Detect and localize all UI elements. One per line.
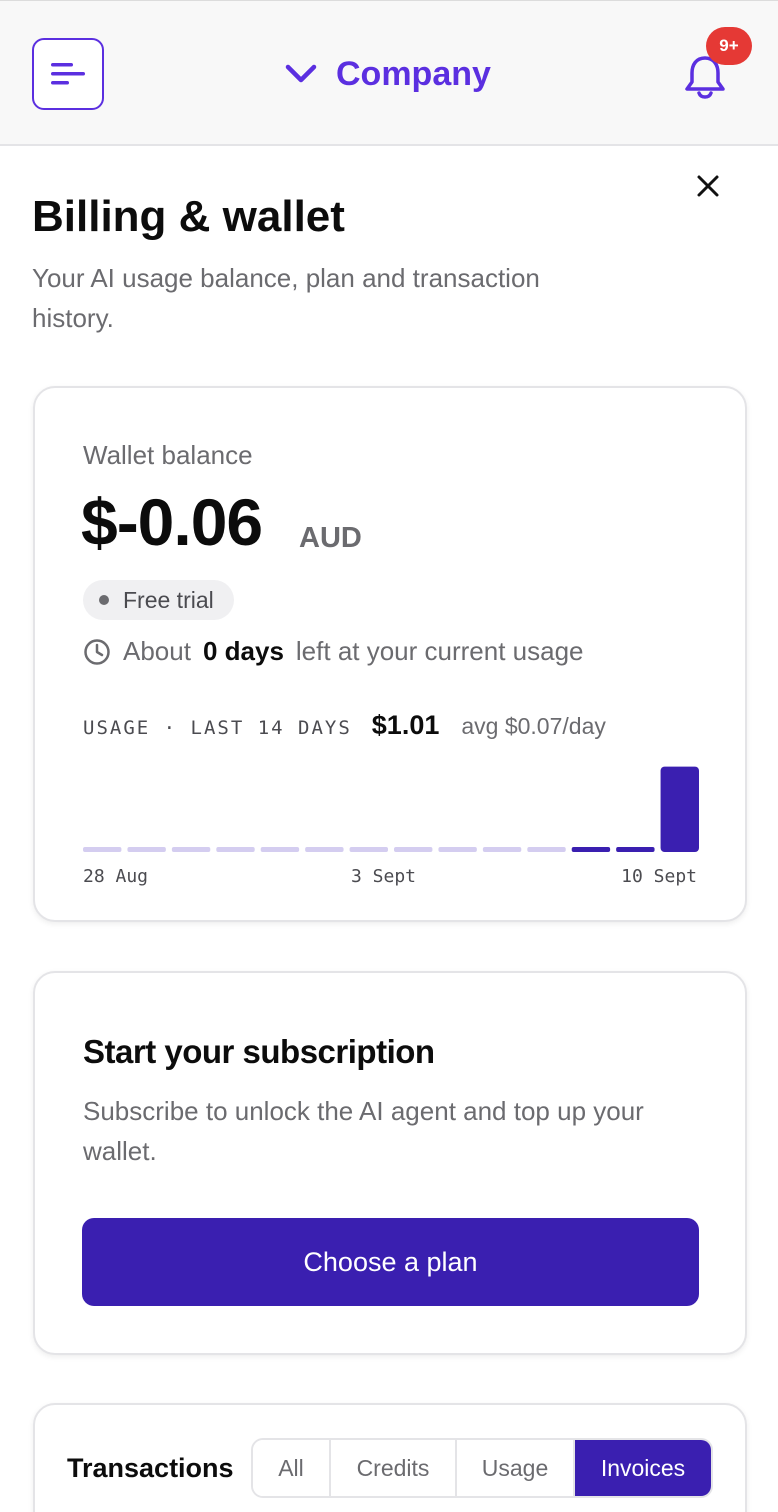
tab-all[interactable]: All — [253, 1440, 331, 1496]
chart-tick-label: 3 Sept — [351, 866, 417, 887]
usage-average: avg $0.07/day — [461, 713, 606, 739]
wallet-currency: AUD — [299, 522, 362, 554]
tab-usage[interactable]: Usage — [457, 1440, 575, 1496]
close-icon — [697, 175, 719, 197]
company-label: Company — [336, 54, 491, 93]
menu-lines-icon — [51, 63, 85, 85]
status-badge-label: Free trial — [123, 586, 214, 613]
usage-summary: USAGE · LAST 14 DAYS $1.01 avg $0.07/day — [83, 710, 606, 741]
usage-bar-4-sept — [394, 847, 433, 852]
page-title: Billing & wallet — [32, 192, 345, 241]
transactions-card: Transactions All Credits Usage Invoices — [33, 1403, 747, 1512]
tab-invoices[interactable]: Invoices — [575, 1440, 711, 1496]
status-badge: Free trial — [83, 580, 234, 620]
subscription-title: Start your subscription — [83, 1033, 435, 1070]
usage-bar-6-sept — [482, 847, 522, 852]
days-value: 0 days — [202, 636, 284, 666]
subscription-description: Subscribe to unlock the AI agent and top… — [83, 1096, 644, 1166]
usage-bar-29-aug — [127, 847, 166, 852]
days-suffix: left at your current usage — [295, 636, 584, 666]
menu-button[interactable] — [32, 38, 104, 110]
transactions-title: Transactions — [67, 1453, 234, 1483]
usage-total: $1.01 — [371, 710, 440, 740]
chevron-down-icon — [285, 64, 317, 83]
usage-bar-5-sept — [438, 847, 477, 852]
tab-credits[interactable]: Credits — [331, 1440, 457, 1496]
usage-bar-1-sept — [260, 847, 300, 852]
usage-bar-10-sept — [660, 766, 699, 852]
wallet-card: Wallet balance $-0.06 AUD Free trial Abo… — [33, 386, 747, 922]
notification-badge: 9+ — [706, 27, 752, 65]
wallet-balance-amount: $-0.06 — [81, 485, 263, 559]
top-bar: Company 9+ — [0, 0, 778, 146]
chart-tick-label: 10 Sept — [621, 866, 697, 887]
wallet-balance-label: Wallet balance — [83, 440, 253, 470]
usage-bar-7-sept — [527, 847, 566, 852]
choose-plan-button[interactable]: Choose a plan — [82, 1218, 699, 1306]
close-button[interactable] — [692, 170, 724, 202]
usage-bar-2-sept — [305, 847, 344, 852]
usage-chart — [83, 766, 699, 852]
subscription-card: Start your subscription Subscribe to unl… — [33, 971, 747, 1355]
clock-icon — [84, 638, 110, 665]
transactions-filter-tabs: All Credits Usage Invoices — [251, 1438, 713, 1498]
usage-bar-9-sept — [616, 847, 655, 852]
status-dot-icon — [99, 595, 109, 605]
usage-label: USAGE · LAST 14 DAYS — [83, 717, 352, 739]
usage-bar-31-aug — [216, 847, 255, 852]
usage-bar-8-sept — [571, 847, 611, 852]
days-remaining: About 0 days left at your current usage — [83, 636, 584, 667]
usage-bar-3-sept — [349, 847, 388, 852]
days-prefix: About — [123, 636, 191, 666]
chart-tick-label: 28 Aug — [83, 866, 149, 887]
usage-bar-30-aug — [171, 847, 211, 852]
company-switcher[interactable]: Company — [284, 51, 491, 97]
usage-bar-28-aug — [83, 847, 122, 852]
page-subtitle: Your AI usage balance, plan and transact… — [32, 263, 540, 333]
